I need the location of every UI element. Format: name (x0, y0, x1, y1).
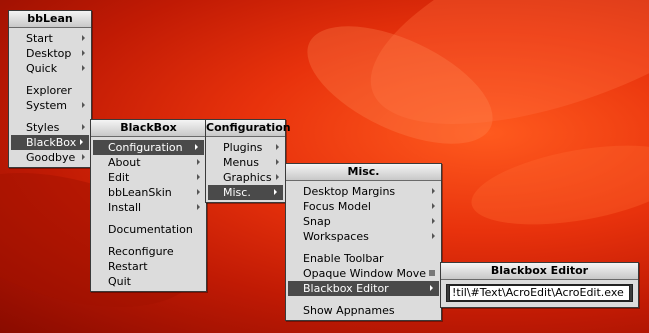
menu-item-bbleanskin[interactable]: bbLeanSkin (91, 185, 206, 200)
menu-separator (91, 237, 206, 244)
menu-item-about[interactable]: About (91, 155, 206, 170)
menu-item-show-appnames[interactable]: Show Appnames (286, 303, 441, 318)
blackbox-menu-title[interactable]: BlackBox (91, 120, 206, 137)
blackbox-editor-menu-title[interactable]: Blackbox Editor (441, 263, 638, 280)
configuration-menu: Configuration Plugins Menus Graphics Mis… (205, 119, 291, 203)
menu-item-goodbye[interactable]: Goodbye (9, 150, 91, 165)
chevron-right-icon (82, 124, 85, 130)
chevron-right-icon (197, 159, 200, 165)
bblean-menu-title[interactable]: bbLean (9, 11, 91, 28)
menu-item-blackbox-editor[interactable]: Blackbox Editor (288, 281, 439, 296)
menu-separator (286, 244, 441, 251)
chevron-right-icon (274, 189, 277, 195)
blackbox-editor-menu: Blackbox Editor (440, 262, 639, 308)
menu-item-desktop[interactable]: Desktop (9, 46, 91, 61)
blackbox-menu: BlackBox Configuration About Edit bbLean… (90, 119, 207, 292)
chevron-right-icon (197, 174, 200, 180)
menu-separator (9, 76, 91, 83)
menu-item-reconfigure[interactable]: Reconfigure (91, 244, 206, 259)
menu-item-restart[interactable]: Restart (91, 259, 206, 274)
checkbox-icon[interactable] (429, 270, 435, 276)
menu-item-snap[interactable]: Snap (286, 214, 441, 229)
menu-item-styles[interactable]: Styles (9, 120, 91, 135)
menu-item-edit[interactable]: Edit (91, 170, 206, 185)
menu-item-plugins[interactable]: Plugins (206, 140, 285, 155)
chevron-right-icon (82, 65, 85, 71)
bblean-menu: bbLean Start Desktop Quick Explorer Syst… (8, 10, 92, 168)
menu-item-quick[interactable]: Quick (9, 61, 91, 76)
editor-path-input[interactable] (449, 285, 630, 301)
chevron-right-icon (276, 144, 279, 150)
chevron-right-icon (82, 154, 85, 160)
chevron-right-icon (276, 159, 279, 165)
menu-item-workspaces[interactable]: Workspaces (286, 229, 441, 244)
misc-menu-title[interactable]: Misc. (286, 164, 441, 181)
chevron-right-icon (195, 144, 198, 150)
menu-item-focus-model[interactable]: Focus Model (286, 199, 441, 214)
menu-item-start[interactable]: Start (9, 31, 91, 46)
chevron-right-icon (80, 139, 83, 145)
menu-item-desktop-margins[interactable]: Desktop Margins (286, 184, 441, 199)
chevron-right-icon (82, 102, 85, 108)
menu-item-quit[interactable]: Quit (91, 274, 206, 289)
configuration-menu-title[interactable]: Configuration (206, 120, 291, 137)
menu-item-graphics[interactable]: Graphics (206, 170, 285, 185)
menu-separator (91, 215, 206, 222)
menu-item-documentation[interactable]: Documentation (91, 222, 206, 237)
misc-menu: Misc. Desktop Margins Focus Model Snap W… (285, 163, 442, 321)
chevron-right-icon (82, 50, 85, 56)
chevron-right-icon (276, 174, 279, 180)
chevron-right-icon (82, 35, 85, 41)
chevron-right-icon (197, 204, 200, 210)
menu-separator (286, 296, 441, 303)
chevron-right-icon (432, 218, 435, 224)
menu-item-misc[interactable]: Misc. (208, 185, 283, 200)
menu-item-explorer[interactable]: Explorer (9, 83, 91, 98)
chevron-right-icon (430, 285, 433, 291)
menu-item-install[interactable]: Install (91, 200, 206, 215)
menu-item-opaque-window-move[interactable]: Opaque Window Move (286, 266, 441, 281)
menu-item-menus[interactable]: Menus (206, 155, 285, 170)
chevron-right-icon (432, 203, 435, 209)
menu-item-configuration[interactable]: Configuration (93, 140, 204, 155)
menu-separator (9, 113, 91, 120)
chevron-right-icon (432, 188, 435, 194)
chevron-right-icon (432, 233, 435, 239)
menu-item-blackbox[interactable]: BlackBox (11, 135, 89, 150)
editor-path-box (446, 284, 633, 302)
chevron-right-icon (197, 189, 200, 195)
menu-item-enable-toolbar[interactable]: Enable Toolbar (286, 251, 441, 266)
menu-item-system[interactable]: System (9, 98, 91, 113)
